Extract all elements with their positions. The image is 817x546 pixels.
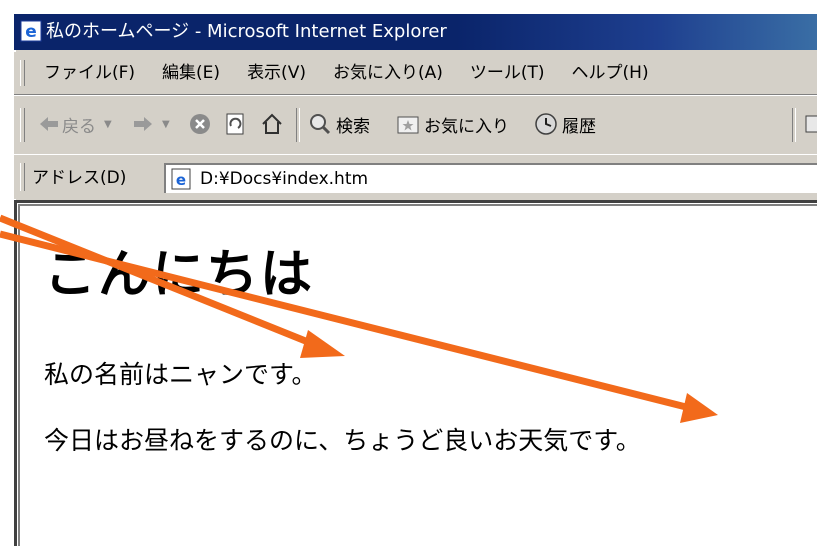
stop-button[interactable] bbox=[188, 110, 212, 138]
menu-items: ファイル(F) 編集(E) 表示(V) お気に入り(A) ツール(T) ヘルプ(… bbox=[44, 62, 676, 84]
favorites-label: お気に入り bbox=[424, 116, 509, 137]
browser-window: e 私のホームページ - Microsoft Internet Explorer… bbox=[0, 0, 817, 546]
back-dropdown-icon[interactable]: ▼ bbox=[104, 119, 112, 130]
page-icon: e bbox=[171, 168, 191, 190]
search-button[interactable]: 検索 bbox=[308, 110, 370, 138]
toolbar-grip[interactable] bbox=[20, 108, 25, 142]
history-button[interactable]: 履歴 bbox=[534, 110, 596, 138]
back-button[interactable]: 戻る ▼ bbox=[38, 110, 112, 138]
menu-help[interactable]: ヘルプ(H) bbox=[572, 62, 649, 84]
svg-text:e: e bbox=[25, 22, 37, 42]
toolbar-separator bbox=[792, 108, 796, 142]
menubar-grip[interactable] bbox=[20, 60, 25, 86]
forward-arrow-icon bbox=[134, 117, 152, 131]
home-button[interactable] bbox=[260, 110, 284, 138]
menu-file[interactable]: ファイル(F) bbox=[44, 62, 135, 84]
addressbar-grip[interactable] bbox=[20, 163, 25, 191]
search-label: 検索 bbox=[336, 116, 370, 137]
stop-icon bbox=[190, 114, 210, 134]
toolbar-separator bbox=[296, 108, 300, 142]
back-arrow-icon bbox=[40, 117, 58, 131]
address-url: D:¥Docs¥index.htm bbox=[200, 169, 369, 189]
page-paragraph-2: 今日はお昼ねをするのに、ちょうど良いお天気です。 bbox=[44, 426, 641, 455]
ie-icon: e bbox=[20, 20, 42, 42]
mail-button[interactable] bbox=[804, 110, 817, 138]
page-heading: こんにちは bbox=[44, 245, 315, 305]
window-title: 私のホームページ - Microsoft Internet Explorer bbox=[46, 21, 447, 42]
search-icon bbox=[310, 114, 331, 135]
home-icon bbox=[262, 113, 282, 134]
address-input[interactable]: e D:¥Docs¥index.htm bbox=[164, 163, 817, 193]
history-label: 履歴 bbox=[562, 116, 596, 137]
menu-bar: ファイル(F) 編集(E) 表示(V) お気に入り(A) ツール(T) ヘルプ(… bbox=[14, 52, 817, 95]
history-icon bbox=[535, 113, 557, 135]
address-label: アドレス(D) bbox=[32, 168, 127, 188]
forward-dropdown-icon[interactable]: ▼ bbox=[162, 119, 170, 130]
forward-button[interactable]: ▼ bbox=[132, 110, 170, 138]
page-paragraph-1: 私の名前はニャンです。 bbox=[44, 360, 317, 389]
menu-edit[interactable]: 編集(E) bbox=[162, 62, 220, 84]
svg-text:e: e bbox=[176, 171, 186, 189]
mail-icon bbox=[805, 115, 817, 133]
refresh-button[interactable] bbox=[224, 110, 246, 138]
refresh-icon bbox=[226, 113, 244, 135]
left-margin bbox=[0, 0, 14, 546]
page-content: こんにちは 私の名前はニャンです。 今日はお昼ねをするのに、ちょうど良いお天気で… bbox=[14, 200, 817, 546]
menu-favorites[interactable]: お気に入り(A) bbox=[333, 62, 443, 84]
standard-toolbar: 戻る ▼ ▼ 検索 お気に入り 履歴 bbox=[14, 95, 817, 155]
favorites-button[interactable]: お気に入り bbox=[396, 110, 509, 138]
address-bar: アドレス(D) e D:¥Docs¥index.htm bbox=[14, 154, 817, 199]
favorites-icon bbox=[397, 116, 419, 134]
back-label: 戻る bbox=[62, 116, 96, 137]
title-bar[interactable]: e 私のホームページ - Microsoft Internet Explorer bbox=[14, 14, 817, 50]
menu-view[interactable]: 表示(V) bbox=[247, 62, 306, 84]
menu-tools[interactable]: ツール(T) bbox=[470, 62, 545, 84]
